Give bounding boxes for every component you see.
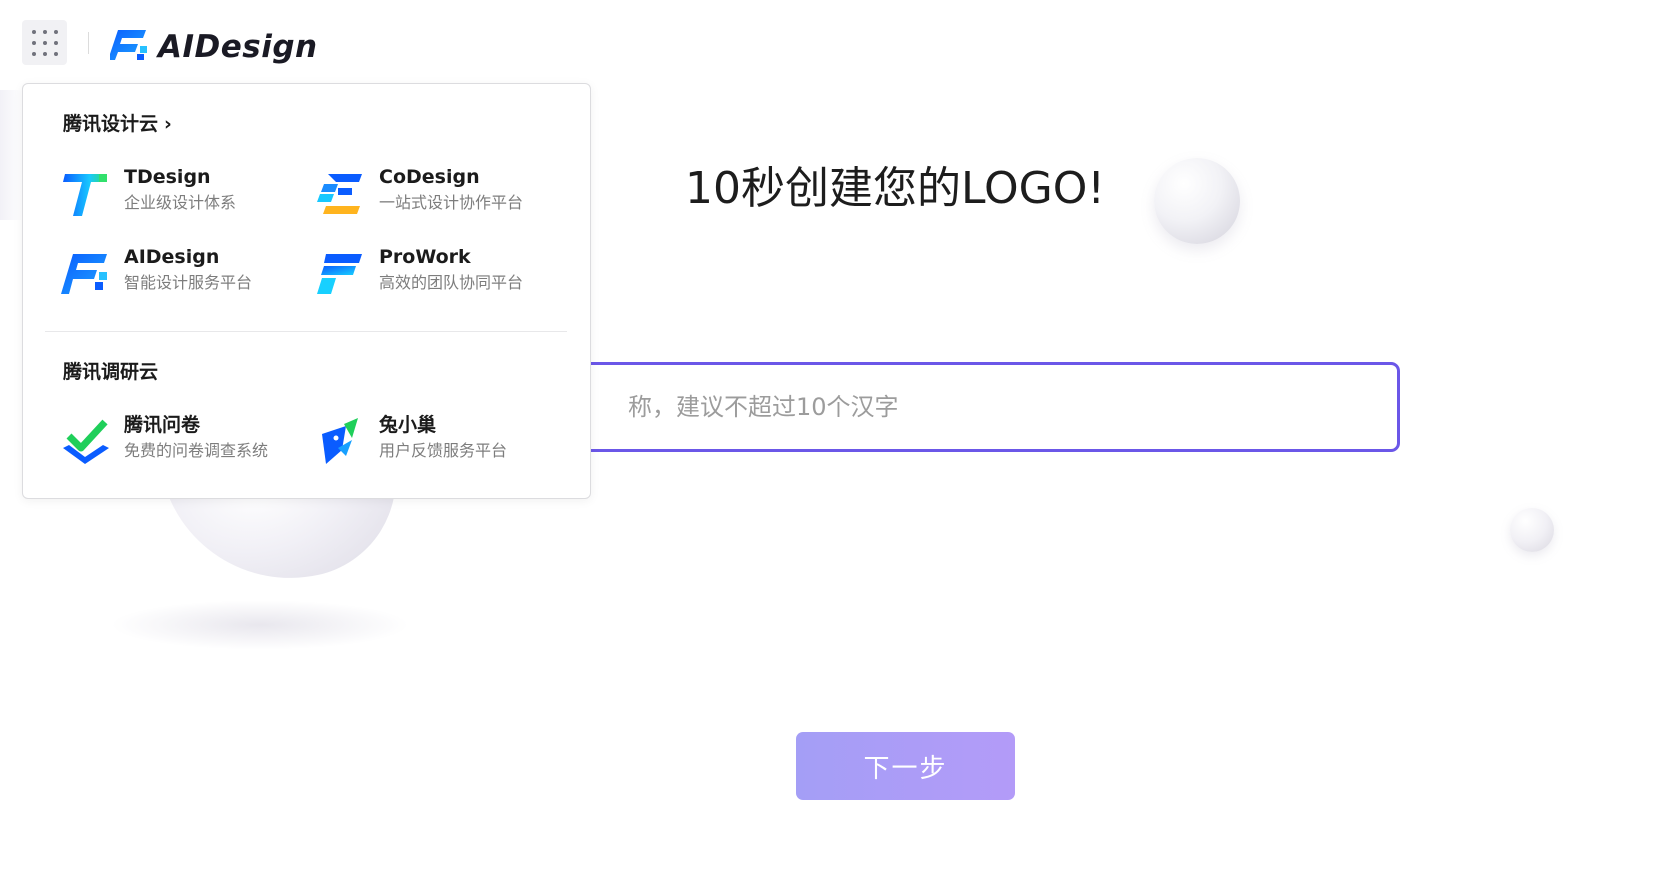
chevron-right-icon: › bbox=[164, 113, 172, 135]
section-title-label: 腾讯设计云 bbox=[63, 113, 159, 135]
app-name: 兔小巢 bbox=[379, 414, 437, 436]
pedestal-shadow bbox=[110, 600, 410, 650]
app-item-codesign[interactable]: CoDesign 一站式设计协作平台 bbox=[316, 164, 566, 224]
app-description: 智能设计服务平台 bbox=[124, 273, 253, 292]
prowork-logo-icon bbox=[317, 254, 362, 294]
section-title-label: 腾讯调研云 bbox=[63, 361, 159, 383]
app-item-tencent-wenjuan[interactable]: 腾讯问卷 免费的问卷调查系统 bbox=[61, 412, 311, 472]
tdesign-logo-icon bbox=[63, 174, 107, 216]
app-name: TDesign bbox=[124, 166, 211, 188]
left-decoration bbox=[0, 90, 24, 220]
app-item-tuxiaochao[interactable]: 兔小巢 用户反馈服务平台 bbox=[316, 412, 566, 472]
app-item-aidesign[interactable]: AIDesign 智能设计服务平台 bbox=[61, 244, 311, 304]
tuxiaochao-logo-icon bbox=[322, 418, 358, 464]
app-description: 一站式设计协作平台 bbox=[379, 193, 524, 212]
app-name: AIDesign bbox=[124, 246, 220, 268]
header-divider bbox=[88, 32, 89, 54]
app-description: 免费的问卷调查系统 bbox=[124, 441, 269, 460]
brand-name-input-box[interactable] bbox=[520, 362, 1400, 452]
section-divider bbox=[45, 331, 567, 332]
brand-name-input[interactable] bbox=[523, 365, 1397, 449]
brand-name[interactable]: AIDesign bbox=[158, 27, 318, 67]
codesign-logo-icon bbox=[317, 174, 362, 214]
aidesign-logo-icon bbox=[61, 254, 107, 294]
section-tencent-design-cloud[interactable]: 腾讯设计云 › bbox=[63, 112, 172, 136]
page-title: 10秒创建您的LOGO! bbox=[685, 163, 1105, 214]
app-description: 高效的团队协同平台 bbox=[379, 273, 524, 292]
app-description: 用户反馈服务平台 bbox=[379, 441, 508, 460]
sphere-decoration-small bbox=[1510, 508, 1554, 552]
app-name: 腾讯问卷 bbox=[124, 414, 201, 436]
sphere-decoration-large bbox=[1154, 158, 1240, 244]
aidesign-brand-logo-icon[interactable] bbox=[110, 26, 150, 62]
next-step-button[interactable]: 下一步 bbox=[796, 732, 1015, 800]
app-item-tdesign[interactable]: TDesign 企业级设计体系 bbox=[61, 164, 311, 224]
app-name: CoDesign bbox=[379, 166, 480, 188]
app-name: ProWork bbox=[379, 246, 471, 268]
apps-dropdown-panel: 腾讯设计云 › TDesign 企业级设计体系 CoDesign 一站式设计协作平… bbox=[22, 83, 591, 499]
app-item-prowork[interactable]: ProWork 高效的团队协同平台 bbox=[316, 244, 566, 304]
section-tencent-survey-cloud[interactable]: 腾讯调研云 bbox=[63, 360, 158, 384]
grid-dots-icon bbox=[31, 29, 36, 34]
app-description: 企业级设计体系 bbox=[124, 193, 237, 212]
wenjuan-logo-icon bbox=[63, 419, 109, 464]
apps-menu-button[interactable] bbox=[22, 20, 67, 65]
